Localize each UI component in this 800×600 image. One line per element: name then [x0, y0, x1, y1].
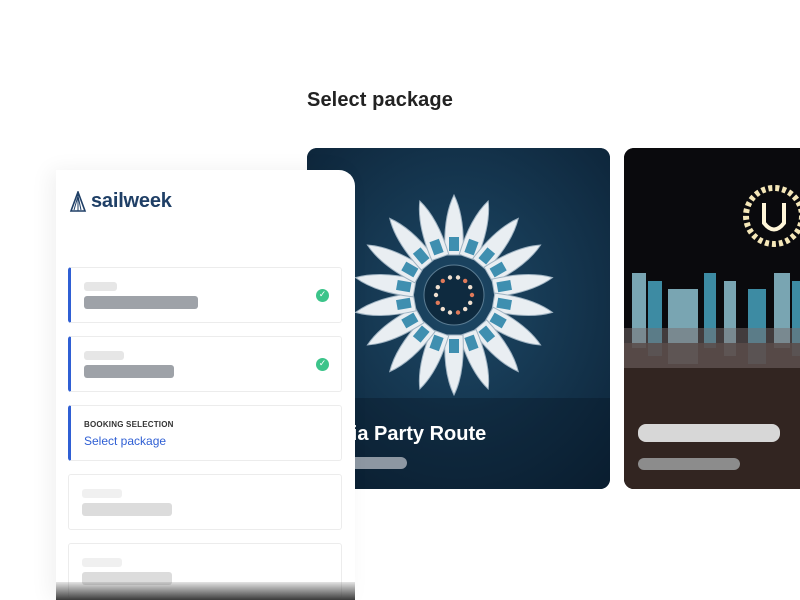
crowd-dot [468, 285, 473, 290]
package-title: atia Party Route [334, 423, 487, 445]
check-icon: ✓ [316, 289, 329, 302]
crowd-dot [435, 300, 440, 305]
crowd-dot [455, 310, 461, 315]
step-value: Select package [84, 434, 167, 448]
crowd-dot [455, 275, 461, 280]
booking-step-2[interactable]: ✓ [68, 336, 342, 392]
crowd-dot [433, 292, 439, 298]
crowd-dot [447, 310, 453, 315]
sailweek-logo: sailweek [69, 190, 172, 213]
package-subtitle-placeholder [638, 458, 740, 470]
crowd-dot [440, 278, 445, 284]
crowd-dot [447, 275, 453, 280]
crowd-dot [469, 292, 475, 298]
crowd-dot [435, 285, 440, 290]
crowd-dot [463, 306, 468, 312]
package-subtitle-placeholder [347, 457, 407, 469]
step-value-placeholder [84, 296, 198, 309]
sail-icon [69, 190, 87, 212]
step-value-placeholder [82, 503, 172, 516]
panel-bottom-fade [56, 582, 355, 600]
crowd-dot [463, 278, 468, 284]
step-label-placeholder [84, 282, 117, 291]
step-label-placeholder [82, 558, 122, 567]
logo-text: sailweek [91, 190, 172, 212]
step-label: BOOKING SELECTION [84, 420, 174, 429]
crowd-dot [468, 300, 473, 305]
check-icon: ✓ [316, 358, 329, 371]
package-title-placeholder [638, 424, 780, 442]
ring-center [423, 264, 485, 326]
crowd-dot [440, 306, 445, 312]
step-label-placeholder [82, 489, 122, 498]
booking-step-4[interactable] [68, 474, 342, 530]
step-value-placeholder [84, 365, 174, 378]
booking-step-1[interactable]: ✓ [68, 267, 342, 323]
page-title: Select package [307, 89, 453, 111]
step-label-placeholder [84, 351, 124, 360]
booking-sidebar: sailweek ✓ ✓ BOOKING SELECTION Select pa… [56, 170, 355, 600]
package-card-festival[interactable] [624, 148, 800, 489]
booking-step-3[interactable]: BOOKING SELECTION Select package [68, 405, 342, 461]
